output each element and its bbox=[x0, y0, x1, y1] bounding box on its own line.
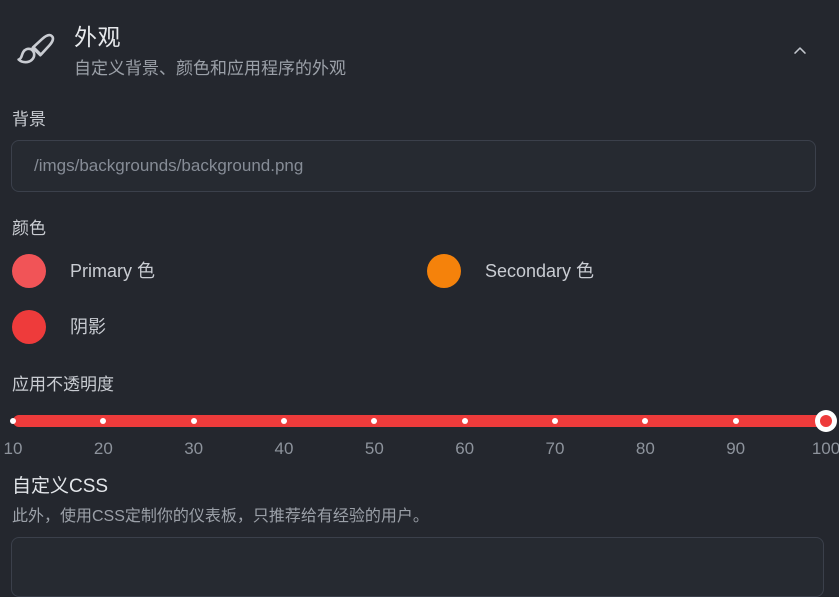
color-row-primary: Primary 色 bbox=[0, 254, 415, 288]
slider-tick-10 bbox=[10, 418, 16, 424]
chevron-up-icon[interactable] bbox=[785, 36, 815, 66]
color-row-shadow: 阴影 bbox=[0, 310, 415, 344]
opacity-label: 应用不透明度 bbox=[12, 375, 114, 394]
slider-tick-label-100: 100 bbox=[811, 439, 839, 458]
header-text-group: 外观 自定义背景、颜色和应用程序的外观 bbox=[74, 22, 819, 81]
slider-tick-90 bbox=[732, 418, 739, 424]
slider-tick-label-80: 80 bbox=[635, 439, 655, 458]
slider-tick-label-20: 20 bbox=[93, 439, 113, 458]
slider-thumb[interactable] bbox=[815, 410, 837, 432]
colors-section: 颜色 Primary 色 Secondary 色 阴影 bbox=[0, 218, 839, 344]
page-title: 外观 bbox=[74, 24, 121, 50]
custom-css-section: 自定义CSS 此外，使用CSS定制你的仪表板，只推荐给有经验的用户。 bbox=[0, 474, 839, 597]
paintbrush-icon bbox=[14, 28, 60, 74]
slider-tick-label-70: 70 bbox=[545, 439, 565, 458]
slider-tick-label-50: 50 bbox=[364, 439, 384, 458]
color-swatch-shadow[interactable] bbox=[12, 310, 46, 344]
slider-tick-60 bbox=[461, 418, 468, 424]
color-label-secondary: Secondary 色 bbox=[485, 261, 595, 281]
slider-tick-label-10: 10 bbox=[3, 439, 23, 458]
color-swatch-primary[interactable] bbox=[12, 254, 46, 288]
background-input[interactable] bbox=[11, 140, 816, 192]
page-subtitle: 自定义背景、颜色和应用程序的外观 bbox=[74, 59, 346, 78]
slider-tick-70 bbox=[551, 418, 558, 424]
slider-tick-label-30: 30 bbox=[184, 439, 204, 458]
colors-label: 颜色 bbox=[12, 219, 46, 238]
appearance-settings-panel: 外观 自定义背景、颜色和应用程序的外观 背景 颜色 Primary 色 Seco… bbox=[0, 0, 839, 597]
background-label: 背景 bbox=[12, 110, 46, 129]
color-grid: Primary 色 Secondary 色 阴影 bbox=[0, 254, 839, 344]
opacity-slider[interactable] bbox=[10, 410, 837, 432]
custom-css-title: 自定义CSS bbox=[12, 476, 109, 497]
section-header: 外观 自定义背景、颜色和应用程序的外观 bbox=[0, 0, 839, 81]
color-label-primary: Primary 色 bbox=[70, 261, 155, 281]
slider-tick-labels: 10 20 30 40 50 60 70 80 90 100 bbox=[4, 438, 839, 462]
opacity-section: 应用不透明度 10 20 30 40 50 60 70 80 90 100 bbox=[0, 374, 839, 462]
slider-tick-label-40: 40 bbox=[274, 439, 294, 458]
custom-css-description: 此外，使用CSS定制你的仪表板，只推荐给有经验的用户。 bbox=[12, 508, 429, 525]
slider-tick-40 bbox=[280, 418, 287, 424]
slider-tick-label-90: 90 bbox=[726, 439, 746, 458]
background-section: 背景 bbox=[0, 109, 839, 192]
slider-tick-label-60: 60 bbox=[455, 439, 475, 458]
color-row-secondary: Secondary 色 bbox=[415, 254, 839, 288]
color-swatch-secondary[interactable] bbox=[427, 254, 461, 288]
slider-tick-30 bbox=[190, 418, 197, 424]
slider-track[interactable] bbox=[13, 415, 826, 427]
color-label-shadow: 阴影 bbox=[70, 317, 106, 337]
custom-css-textarea[interactable] bbox=[11, 537, 824, 597]
